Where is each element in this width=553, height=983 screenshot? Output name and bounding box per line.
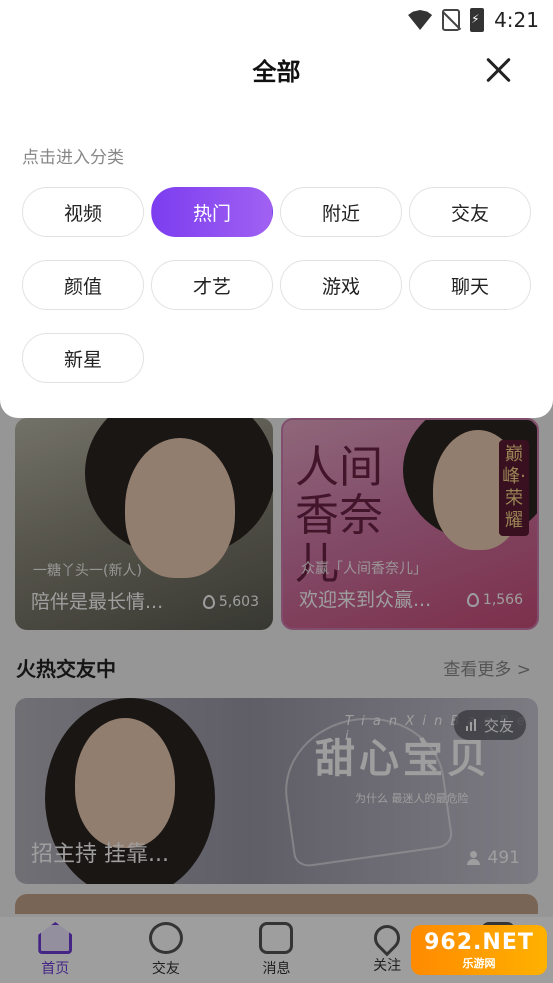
category-chip-video[interactable]: 视频	[22, 187, 144, 237]
category-sheet: 全部 点击进入分类 视频 热门 附近 交友 颜值 才艺 游戏 聊天 新星	[0, 0, 553, 418]
category-hint: 点击进入分类	[22, 148, 124, 168]
close-icon[interactable]	[485, 56, 513, 84]
category-chip-hot[interactable]: 热门	[151, 187, 273, 237]
category-chip-nearby[interactable]: 附近	[280, 187, 402, 237]
category-chips: 视频 热门 附近 交友 颜值 才艺 游戏 聊天 新星	[22, 187, 532, 383]
status-time: 4:21	[494, 8, 539, 32]
wifi-icon	[408, 10, 433, 30]
category-chip-chat[interactable]: 聊天	[409, 260, 531, 310]
category-chip-friends[interactable]: 交友	[409, 187, 531, 237]
category-chip-talent[interactable]: 才艺	[151, 260, 273, 310]
category-chip-games[interactable]: 游戏	[280, 260, 402, 310]
no-sim-icon	[442, 9, 461, 31]
battery-charging-icon	[470, 8, 485, 32]
status-bar: 4:21	[0, 0, 553, 40]
sheet-title: 全部	[252, 58, 301, 86]
site-watermark: 962.NET 乐游网	[411, 925, 547, 975]
category-chip-newstar[interactable]: 新星	[22, 333, 144, 383]
category-chip-looks[interactable]: 颜值	[22, 260, 144, 310]
